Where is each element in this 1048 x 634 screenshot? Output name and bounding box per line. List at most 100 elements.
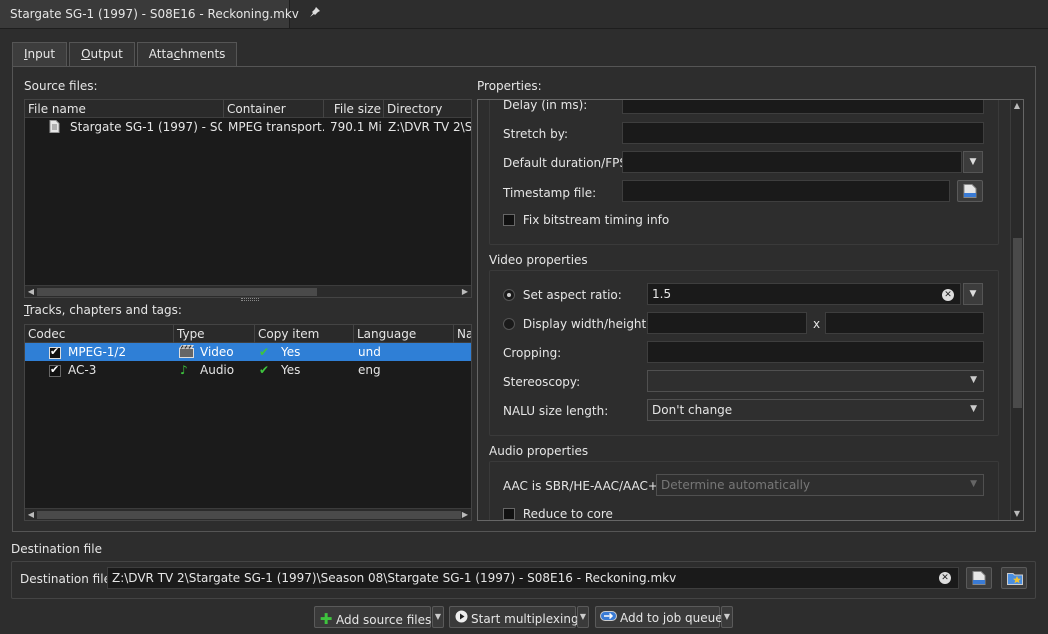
column-header-name[interactable]: Na (454, 325, 471, 343)
x-label: x (813, 317, 821, 331)
track-row-audio[interactable]: AC-3 ♪ Audio ✔ Yes eng (25, 361, 471, 379)
codec-cell: MPEG-1/2 (68, 345, 127, 359)
scroll-right-icon[interactable]: ▶ (459, 286, 471, 297)
column-header-directory[interactable]: Directory (384, 100, 471, 118)
chevron-down-icon: ▼ (970, 375, 977, 385)
table-row[interactable]: Stargate SG-1 (1997) - S08E... MPEG tran… (25, 118, 471, 136)
type-cell: Audio (200, 363, 235, 377)
tab-output[interactable]: Output (69, 42, 135, 66)
reduce-core-checkbox[interactable]: Reduce to core (503, 507, 613, 520)
add-source-menu-button[interactable]: ▼ (432, 606, 444, 628)
stereoscopy-select[interactable]: ▼ (647, 370, 984, 392)
nalu-select[interactable]: Don't change ▼ (647, 399, 984, 421)
cropping-field[interactable] (647, 341, 984, 363)
display-height-field[interactable] (825, 312, 984, 334)
clear-icon[interactable]: ✕ (939, 572, 951, 584)
scroll-down-icon[interactable]: ▼ (1011, 508, 1023, 520)
open-file-icon (972, 571, 987, 588)
properties-panel[interactable]: Delay (in ms): Stretch by: Default durat… (477, 99, 1024, 521)
browse-destination-button[interactable] (966, 567, 992, 589)
main-tabs: Input Output Attachments (12, 42, 239, 67)
chevron-down-icon: ▼ (970, 404, 977, 414)
copy-cell: Yes (281, 363, 301, 377)
add-to-job-queue-button[interactable]: Add to job queue (595, 606, 723, 628)
language-cell: eng (358, 363, 381, 377)
delay-label: Delay (in ms): (503, 99, 588, 112)
chevron-down-icon[interactable]: ▼ (963, 151, 983, 173)
destination-section-label: Destination file (11, 542, 102, 556)
default-duration-label: Default duration/FPS: (503, 156, 631, 170)
scrollbar-thumb[interactable] (37, 511, 461, 519)
column-header-file-name[interactable]: File name (25, 100, 224, 118)
radio-button[interactable] (503, 318, 515, 330)
start-multiplexing-button[interactable]: Start multiplexing (449, 606, 579, 628)
checkbox[interactable] (503, 508, 515, 520)
column-header-copy-item[interactable]: Copy item (255, 325, 354, 343)
container-cell: MPEG transport... (228, 120, 324, 134)
recent-destinations-button[interactable] (1001, 567, 1027, 589)
star-folder-icon (1007, 571, 1023, 588)
default-duration-field[interactable] (622, 151, 962, 173)
cropping-label: Cropping: (503, 346, 562, 360)
destination-path-field[interactable]: Z:\DVR TV 2\Stargate SG-1 (1997)\Season … (107, 567, 959, 589)
radio-button[interactable] (503, 289, 515, 301)
checkbox[interactable] (503, 214, 515, 226)
add-to-job-queue-menu-button[interactable]: ▼ (721, 606, 733, 628)
check-icon: ✔ (259, 363, 270, 377)
add-source-files-label: Add source files (336, 613, 432, 627)
open-file-icon (963, 184, 978, 201)
browse-file-button[interactable] (957, 180, 983, 202)
column-header-language[interactable]: Language (354, 325, 454, 343)
set-aspect-radio[interactable]: Set aspect ratio: (503, 288, 622, 302)
start-multiplexing-menu-button[interactable]: ▼ (577, 606, 589, 628)
splitter-handle[interactable] (241, 298, 259, 301)
scrollbar-thumb[interactable] (37, 288, 317, 296)
scroll-left-icon[interactable]: ◀ (25, 286, 37, 297)
file-icon (49, 118, 63, 136)
aac-select[interactable]: Determine automatically ▼ (656, 474, 984, 496)
fix-bitstream-checkbox[interactable]: Fix bitstream timing info (503, 213, 669, 227)
pin-icon[interactable] (309, 6, 321, 21)
source-files-list[interactable]: File name Container File size Directory … (24, 99, 472, 298)
tab-input[interactable]: Input (12, 42, 68, 67)
scroll-right-icon[interactable]: ▶ (459, 509, 471, 520)
timestamp-file-label: Timestamp file: (503, 186, 597, 200)
chevron-down-icon[interactable]: ▼ (963, 283, 983, 305)
tab-attachments[interactable]: Attachments (136, 42, 238, 66)
vertical-scrollbar[interactable]: ▲ ▼ (1010, 100, 1023, 520)
timestamp-file-field[interactable] (622, 180, 950, 202)
copy-cell: Yes (281, 345, 301, 359)
column-header-container[interactable]: Container (224, 100, 324, 118)
destination-field-label: Destination file: (20, 572, 115, 586)
language-cell: und (358, 345, 381, 359)
set-aspect-label: Set aspect ratio: (522, 288, 622, 302)
scrollbar-thumb[interactable] (1013, 238, 1022, 408)
display-wh-label: Display width/height: (522, 317, 651, 331)
clear-icon[interactable]: ✕ (942, 289, 954, 301)
check-icon: ✔ (259, 345, 270, 359)
aspect-ratio-field[interactable]: 1.5 (647, 283, 961, 305)
horizontal-scrollbar[interactable]: ◀ ▶ (25, 285, 471, 297)
scroll-left-icon[interactable]: ◀ (25, 509, 37, 520)
stretch-field[interactable] (622, 122, 984, 144)
column-header-type[interactable]: Type (174, 325, 255, 343)
codec-cell: AC-3 (68, 363, 97, 377)
horizontal-scrollbar[interactable]: ◀ ▶ (25, 508, 471, 520)
scroll-up-icon[interactable]: ▲ (1011, 100, 1023, 112)
track-row-video[interactable]: MPEG-1/2 Video ✔ Yes und (25, 343, 471, 361)
add-source-files-button[interactable]: ✚ Add source files (314, 606, 431, 628)
display-width-field[interactable] (647, 312, 807, 334)
tracks-label: Tracks, chapters and tags: (24, 303, 182, 317)
delay-field[interactable] (622, 100, 984, 114)
tracks-list[interactable]: Codec Type Copy item Language Na MPEG-1/… (24, 324, 472, 521)
file-tab-title: Stargate SG-1 (1997) - S08E16 - Reckonin… (10, 7, 299, 21)
file-name-cell: Stargate SG-1 (1997) - S08E... (70, 120, 222, 134)
video-properties-title: Video properties (489, 253, 588, 267)
column-header-codec[interactable]: Codec (25, 325, 174, 343)
file-tab[interactable]: Stargate SG-1 (1997) - S08E16 - Reckonin… (0, 0, 320, 28)
file-size-cell: 790.1 MiB (330, 120, 382, 134)
column-header-file-size[interactable]: File size (324, 100, 384, 118)
video-icon (179, 343, 195, 361)
display-wh-radio[interactable]: Display width/height: (503, 317, 650, 331)
track-checkbox[interactable] (49, 364, 61, 382)
